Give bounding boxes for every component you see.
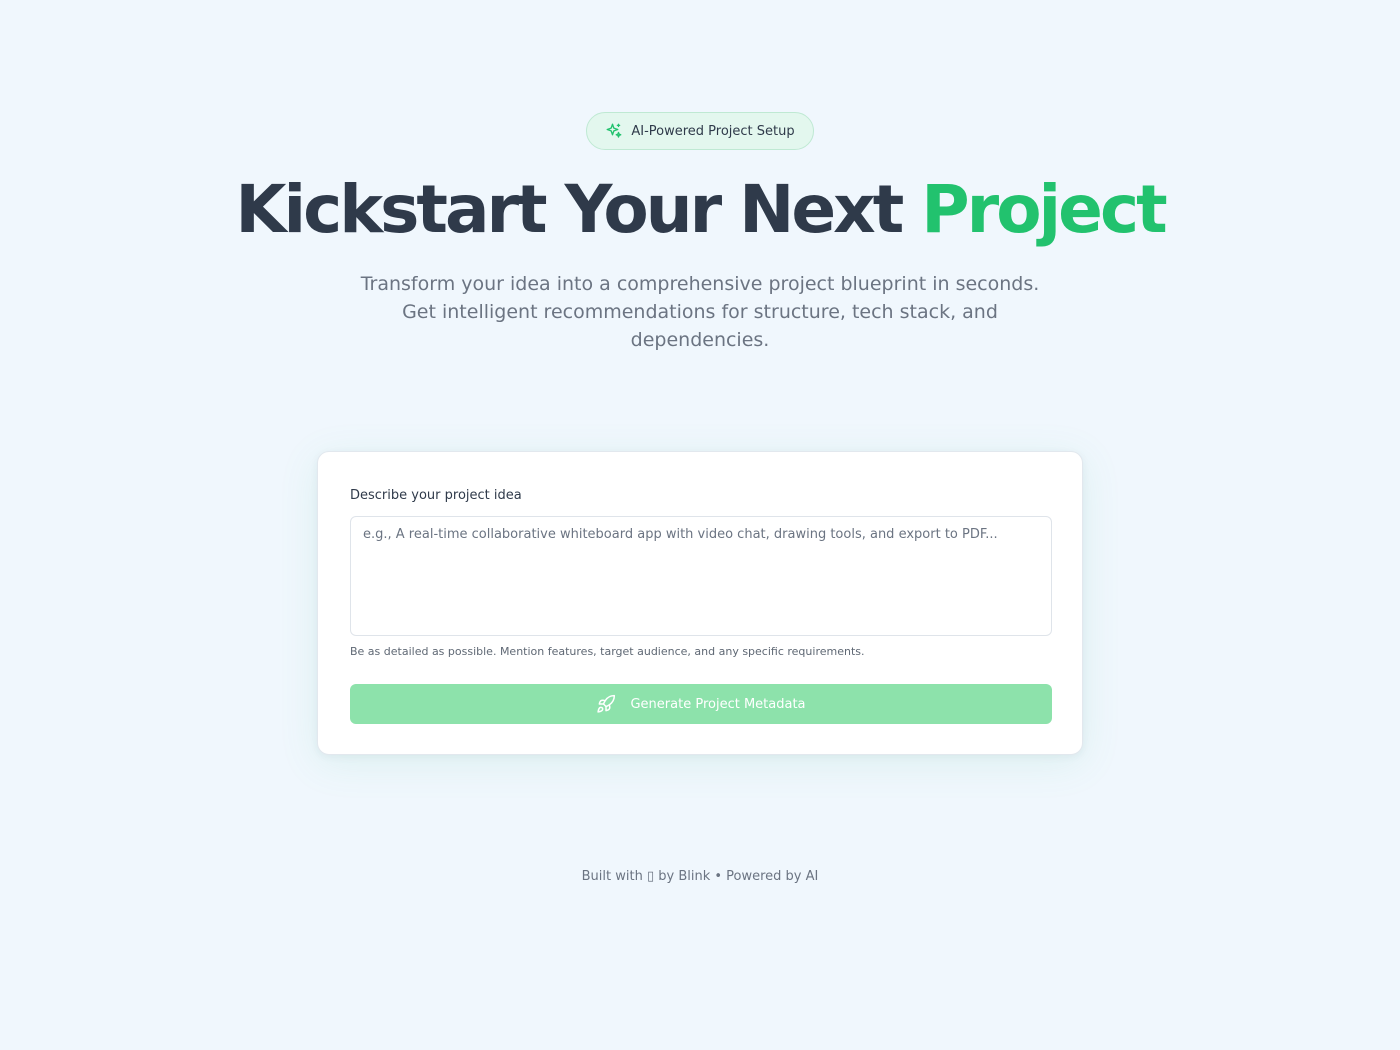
page-subtitle: Transform your idea into a comprehensive… bbox=[360, 273, 1040, 351]
input-hint: Be as detailed as possible. Mention feat… bbox=[350, 645, 865, 658]
ai-badge: AI-Powered Project Setup bbox=[586, 112, 814, 150]
rocket-icon bbox=[596, 694, 616, 714]
badge-label: AI-Powered Project Setup bbox=[631, 123, 795, 139]
generate-button-label: Generate Project Metadata bbox=[630, 696, 806, 712]
footer-credits: Built with ▯ by Blink • Powered by AI bbox=[581, 869, 819, 884]
generate-metadata-button[interactable]: Generate Project Metadata bbox=[350, 684, 1052, 724]
sparkles-icon bbox=[605, 122, 623, 140]
project-idea-input[interactable] bbox=[350, 516, 1052, 636]
project-form-card: Describe your project idea Be as detaile… bbox=[317, 451, 1083, 755]
title-accent: Project bbox=[921, 171, 1167, 248]
page-title: Kickstart Your Next Project bbox=[0, 170, 1400, 250]
title-main: Kickstart Your Next bbox=[235, 171, 904, 248]
project-idea-label: Describe your project idea bbox=[350, 488, 522, 503]
